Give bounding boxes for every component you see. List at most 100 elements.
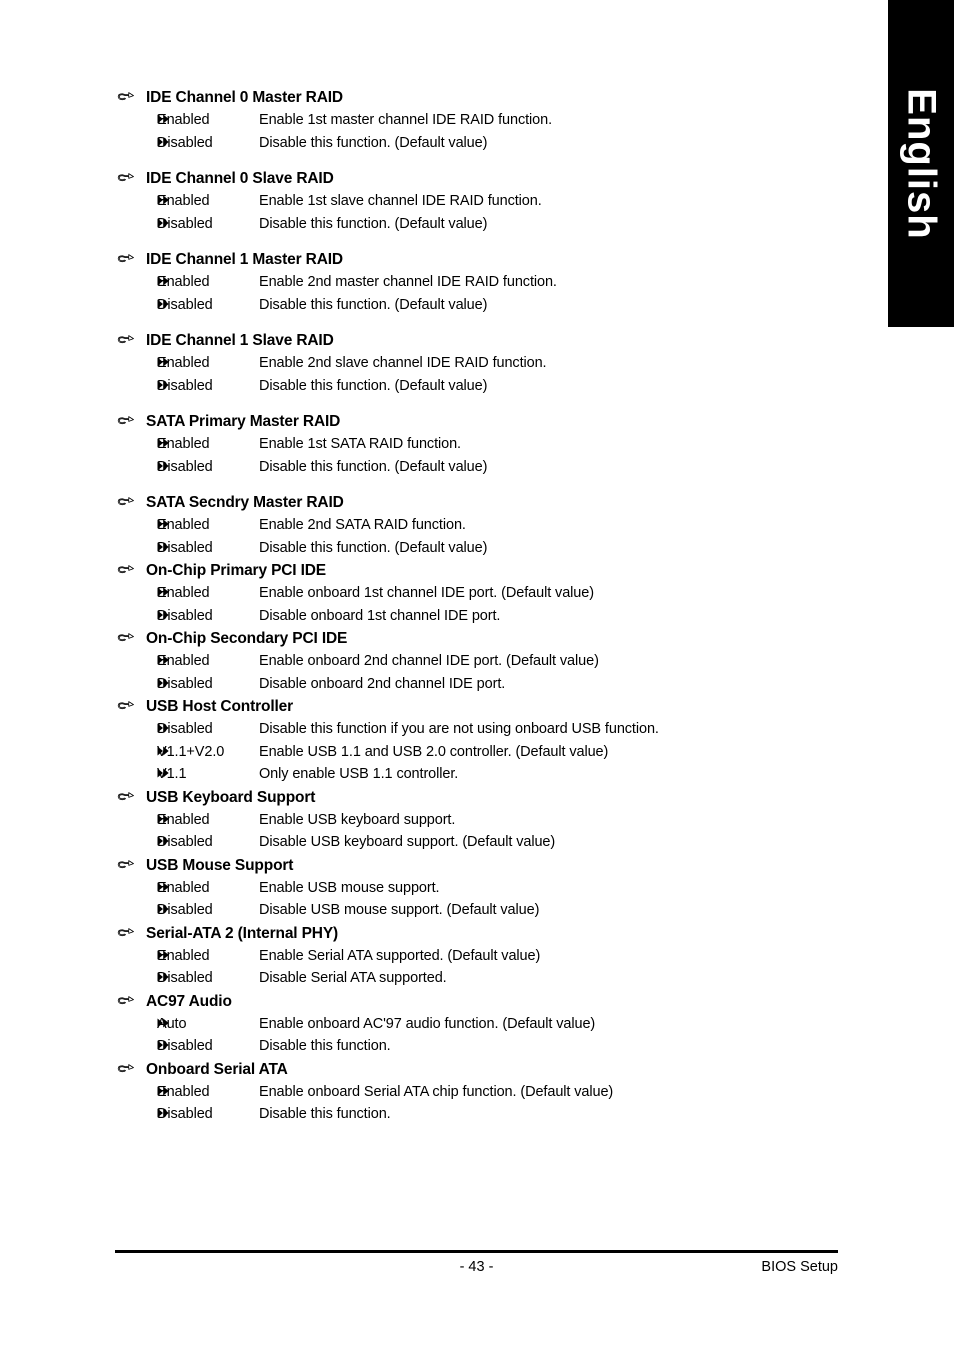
option-row: Enabled Enable 1st slave channel IDE RAID… — [115, 190, 855, 213]
option-description: Disable this function. (Default value) — [259, 215, 488, 232]
option-description: Enable USB keyboard support. — [259, 811, 456, 828]
hand-pointer-icon — [115, 854, 146, 877]
double-triangle-right-icon — [115, 743, 169, 766]
bios-option-section: Serial-ATA 2 (Internal PHY) Enabled Enable… — [115, 922, 855, 990]
hand-pointer-icon — [115, 695, 146, 718]
bios-option-section: IDE Channel 0 Master RAID Enabled Enable 1… — [115, 86, 855, 154]
option-row: Disabled Disable onboard 1st channel IDE … — [115, 605, 855, 628]
double-triangle-right-icon — [115, 273, 169, 296]
option-label: Disabled — [157, 834, 213, 850]
option-row: Enabled Enable Serial ATA supported. (Def… — [115, 945, 855, 968]
option-label: Enabled — [157, 112, 210, 128]
option-label: Disabled — [157, 970, 213, 986]
section-title: USB Mouse Support — [146, 856, 294, 874]
bios-option-section: IDE Channel 0 Slave RAID Enabled Enable 1s… — [115, 167, 855, 235]
hand-pointer-icon — [115, 410, 146, 433]
option-description: Disable this function. (Default value) — [259, 458, 488, 475]
section-heading: IDE Channel 1 Master RAID — [115, 248, 855, 271]
option-row: Enabled Enable 2nd SATA RAID function. — [115, 514, 855, 537]
option-row: Enabled Enable USB keyboard support. — [115, 809, 855, 832]
section-title: IDE Channel 1 Slave RAID — [146, 332, 334, 349]
option-description: Disable this function. (Default value) — [259, 377, 488, 394]
double-triangle-right-icon — [115, 1037, 169, 1060]
option-description: Enable 2nd master channel IDE RAID funct… — [259, 274, 557, 290]
option-label: Enabled — [157, 653, 210, 669]
section-heading: IDE Channel 1 Slave RAID — [115, 329, 855, 352]
section-heading: USB Keyboard Support — [115, 786, 855, 809]
section-title: On-Chip Primary PCI IDE — [146, 562, 326, 579]
option-label: Disabled — [157, 902, 213, 918]
double-triangle-right-icon — [115, 811, 169, 834]
option-row: Disabled Disable USB keyboard support. (D… — [115, 831, 855, 854]
double-triangle-right-icon — [115, 901, 169, 924]
option-row: Enabled Enable 1st SATA RAID function. — [115, 433, 855, 456]
option-label: Enabled — [157, 879, 210, 896]
bios-option-section: On-Chip Secondary PCI IDE Enabled Enable o… — [115, 627, 855, 695]
option-row: Enabled Enable onboard Serial ATA chip fu… — [115, 1081, 855, 1104]
option-description: Disable this function. (Default value) — [259, 539, 488, 556]
language-tab-label: English — [899, 87, 944, 240]
section-heading: IDE Channel 0 Master RAID — [115, 86, 855, 109]
double-triangle-right-icon — [115, 765, 169, 788]
double-triangle-right-icon — [115, 879, 169, 902]
hand-pointer-icon — [115, 990, 146, 1013]
section-heading: USB Mouse Support — [115, 854, 855, 877]
double-triangle-right-icon — [115, 584, 169, 607]
option-description: Enable onboard AC'97 audio function. (De… — [259, 1015, 596, 1032]
option-row: Enabled Enable USB mouse support. — [115, 877, 855, 900]
option-label: Enabled — [157, 355, 210, 371]
double-triangle-right-icon — [115, 652, 169, 675]
double-triangle-right-icon — [115, 377, 169, 400]
double-triangle-right-icon — [115, 607, 169, 630]
option-label: Disabled — [157, 1106, 213, 1122]
bios-option-section: USB Keyboard Support Enabled Enable USB ke… — [115, 786, 855, 854]
option-row: Enabled Enable 2nd slave channel IDE RAID… — [115, 352, 855, 375]
bios-option-section: IDE Channel 1 Master RAID Enabled Enable 2… — [115, 248, 855, 316]
double-triangle-right-icon — [115, 539, 169, 562]
bios-option-section: AC97 Audio Auto Enable onboard AC'97 audio… — [115, 990, 855, 1058]
option-row: V1.1 Only enable USB 1.1 controller. — [115, 763, 855, 786]
section-heading: Onboard Serial ATA — [115, 1058, 855, 1081]
option-label: Disabled — [157, 675, 213, 692]
option-description: Disable Serial ATA supported. — [259, 970, 447, 986]
section-heading: IDE Channel 0 Slave RAID — [115, 167, 855, 190]
double-triangle-right-icon — [115, 458, 169, 481]
option-label: Enabled — [157, 193, 210, 209]
double-triangle-right-icon — [115, 192, 169, 215]
option-row: Disabled Disable onboard 2nd channel IDE … — [115, 673, 855, 696]
language-tab: English — [888, 0, 954, 327]
option-label: V1.1 — [157, 766, 187, 782]
section-heading: SATA Primary Master RAID — [115, 410, 855, 433]
section-title: IDE Channel 1 Master RAID — [146, 251, 343, 268]
bios-option-section: On-Chip Primary PCI IDE Enabled Enable onb… — [115, 559, 855, 627]
option-row: Enabled Enable 1st master channel IDE RAI… — [115, 109, 855, 132]
option-row: Disabled Disable this function. (Default … — [115, 294, 855, 317]
option-label: Enabled — [157, 1083, 210, 1100]
double-triangle-right-icon — [115, 969, 169, 992]
option-label: Enabled — [157, 585, 210, 601]
option-description: Enable onboard 1st channel IDE port. (De… — [259, 585, 594, 601]
double-triangle-right-icon — [115, 1105, 169, 1128]
option-description: Disable this function if you are not usi… — [259, 721, 659, 737]
option-description: Disable onboard 1st channel IDE port. — [259, 607, 501, 624]
double-triangle-right-icon — [115, 296, 169, 319]
section-heading: AC97 Audio — [115, 990, 855, 1013]
double-triangle-right-icon — [115, 134, 169, 157]
option-row: Disabled Disable Serial ATA supported. — [115, 967, 855, 990]
option-row: V1.1+V2.0 Enable USB 1.1 and USB 2.0 cont… — [115, 741, 855, 764]
option-label: Disabled — [157, 607, 213, 624]
bios-option-section: USB Mouse Support Enabled Enable USB mouse… — [115, 854, 855, 922]
option-description: Disable this function. (Default value) — [259, 134, 488, 151]
section-title: IDE Channel 0 Master RAID — [146, 89, 343, 106]
section-heading: On-Chip Primary PCI IDE — [115, 559, 855, 582]
option-row: Disabled Disable this function. — [115, 1035, 855, 1058]
option-row: Enabled Enable onboard 1st channel IDE po… — [115, 582, 855, 605]
option-row: Enabled Enable onboard 2nd channel IDE po… — [115, 650, 855, 673]
section-title: IDE Channel 0 Slave RAID — [146, 170, 334, 187]
option-label: Enabled — [157, 274, 210, 290]
option-description: Enable 1st slave channel IDE RAID functi… — [259, 193, 542, 209]
hand-pointer-icon — [115, 167, 146, 190]
footer-row: - 43 - BIOS Setup — [115, 1255, 838, 1279]
option-description: Disable USB keyboard support. (Default v… — [259, 834, 556, 850]
footer-section-label: BIOS Setup — [761, 1259, 838, 1275]
